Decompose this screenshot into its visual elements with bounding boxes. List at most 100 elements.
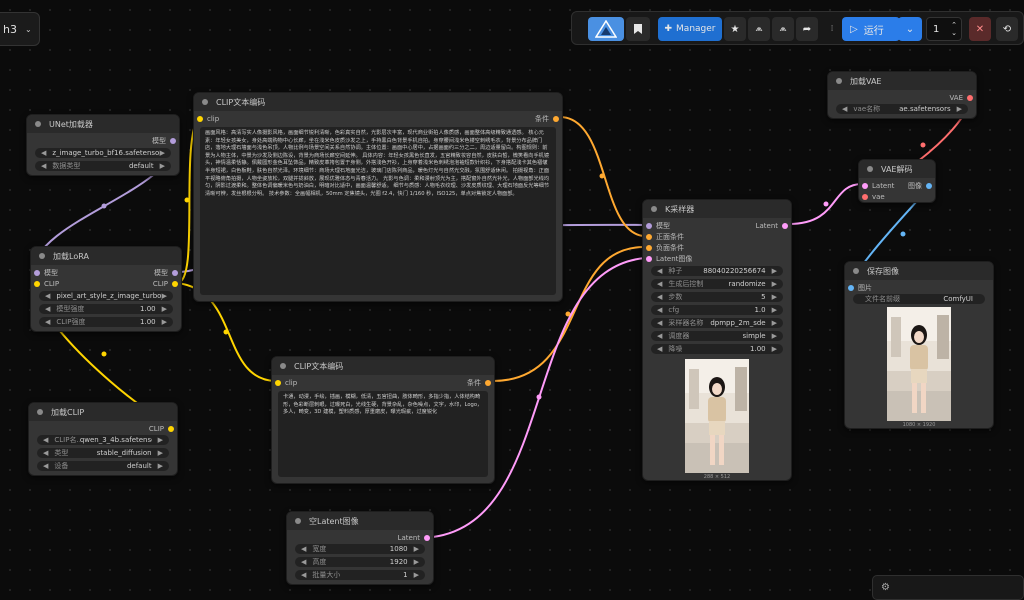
arrow-right-icon[interactable]: ▶	[772, 279, 777, 289]
slot-row-model[interactable]: 模型 Latent	[643, 221, 791, 231]
slot-row-clip[interactable]: CLIP CLIP	[31, 279, 181, 289]
model-browser-button[interactable]: ⩕	[772, 17, 794, 41]
arrow-right-icon[interactable]: ▶	[160, 148, 165, 158]
collapse-dot-icon[interactable]	[35, 121, 41, 127]
arrow-left-icon[interactable]: ◀	[43, 435, 48, 445]
arrow-left-icon[interactable]: ◀	[842, 104, 847, 114]
combo-clip-type[interactable]: ◀ 类型 stable_diffusion ▶	[37, 448, 169, 458]
arrow-left-icon[interactable]: ◀	[41, 161, 46, 171]
share-button[interactable]: ➦	[796, 17, 818, 41]
arrow-right-icon[interactable]: ▶	[160, 161, 165, 171]
arrow-right-icon[interactable]: ▶	[772, 344, 777, 354]
stepper-arrows-icon[interactable]: ⌃ ⌄	[951, 21, 957, 37]
combo-unet-name[interactable]: ◀ z_image_turbo_bf16.safetensors ▶	[35, 148, 171, 158]
queue-count-input[interactable]: 1 ⌃ ⌄	[926, 17, 962, 41]
node-empty-latent-image[interactable]: 空Latent图像 Latent ◀ 宽度 1080 ▶ ◀ 高度 1920 ▶…	[286, 511, 434, 585]
slot-row-model[interactable]: 模型 模型	[31, 268, 181, 278]
input-pin[interactable]	[275, 380, 281, 386]
arrow-right-icon[interactable]: ▶	[772, 331, 777, 341]
combo-vae-name[interactable]: ◀ vae名称 ae.safetensors ▶	[836, 104, 968, 114]
text-filename-prefix[interactable]: 文件名前缀 ComfyUI	[853, 294, 985, 304]
output-pin[interactable]	[172, 281, 178, 287]
slot-row-images[interactable]: 图片	[845, 283, 993, 293]
combo-scheduler[interactable]: ◀ 调度器 simple ▶	[651, 331, 783, 341]
arrow-left-icon[interactable]: ◀	[657, 318, 662, 328]
input-pin[interactable]	[646, 234, 652, 240]
slot-row-vae[interactable]: vae	[859, 192, 935, 202]
collapse-dot-icon[interactable]	[836, 78, 842, 84]
manager-button[interactable]: ✚ Manager	[658, 17, 722, 41]
slot-row-negative[interactable]: 负面条件	[643, 243, 791, 253]
cancel-run-button[interactable]: ✕	[969, 17, 991, 41]
output-pin[interactable]	[170, 138, 176, 144]
node-clip-text-encode-positive[interactable]: CLIP文本编码 clip 条件 画面风格：高清写实人像摄影风格，画面细节锐利清…	[193, 92, 563, 302]
arrow-right-icon[interactable]: ▶	[414, 544, 419, 554]
arrow-right-icon[interactable]: ▶	[158, 448, 163, 458]
collapse-dot-icon[interactable]	[39, 253, 45, 259]
node-load-clip[interactable]: 加载CLIP CLIP ◀ CLIP名… qwen_3_4b.safetenso…	[28, 402, 178, 476]
input-pin[interactable]	[848, 285, 854, 291]
arrow-right-icon[interactable]: ▶	[772, 292, 777, 302]
arrow-left-icon[interactable]: ◀	[657, 344, 662, 354]
arrow-left-icon[interactable]: ◀	[301, 557, 306, 567]
arrow-left-icon[interactable]: ◀	[43, 448, 48, 458]
arrow-right-icon[interactable]: ▶	[772, 266, 777, 276]
combo-lora-name[interactable]: ◀ pixel_art_style_z_image_turbo_… ▶	[39, 291, 173, 301]
arrow-right-icon[interactable]: ▶	[158, 461, 163, 471]
arrow-left-icon[interactable]: ◀	[45, 304, 50, 314]
arrow-left-icon[interactable]: ◀	[657, 331, 662, 341]
prompt-textarea[interactable]: 卡通，动漫，手绘，插画，模糊，低清，五官扭曲，肢体畸形，多指少指，人体结构畸形，…	[278, 391, 488, 477]
node-header[interactable]: 加载CLIP	[29, 403, 177, 421]
arrow-left-icon[interactable]: ◀	[657, 305, 662, 315]
number-cfg[interactable]: ◀ cfg 1.0 ▶	[651, 305, 783, 315]
arrow-right-icon[interactable]: ▶	[414, 557, 419, 567]
slot-row-positive[interactable]: 正面条件	[643, 232, 791, 242]
combo-control-after-generate[interactable]: ◀ 生成后控制 randomize ▶	[651, 279, 783, 289]
slot-row[interactable]: clip 条件	[272, 378, 494, 388]
output-pin[interactable]	[553, 116, 559, 122]
output-slot-vae[interactable]: VAE	[828, 93, 976, 103]
input-pin[interactable]	[34, 281, 40, 287]
favorites-button[interactable]: ★	[724, 17, 746, 41]
output-pin[interactable]	[782, 223, 788, 229]
node-header[interactable]: 空Latent图像	[287, 512, 433, 530]
arrow-left-icon[interactable]: ◀	[657, 266, 662, 276]
output-slot-model[interactable]: 模型	[27, 136, 179, 146]
combo-device[interactable]: ◀ 设备 default ▶	[37, 461, 169, 471]
arrow-right-icon[interactable]: ▶	[414, 570, 419, 580]
bookmark-button[interactable]	[626, 17, 650, 41]
node-header[interactable]: 保存图像	[845, 262, 993, 280]
arrow-right-icon[interactable]: ▶	[772, 305, 777, 315]
input-pin[interactable]	[34, 270, 40, 276]
input-pin[interactable]	[197, 116, 203, 122]
collapse-dot-icon[interactable]	[295, 518, 301, 524]
number-steps[interactable]: ◀ 步数 5 ▶	[651, 292, 783, 302]
run-button[interactable]: ▷ 运行	[842, 17, 900, 41]
output-pin[interactable]	[168, 426, 174, 432]
arrow-left-icon[interactable]: ◀	[41, 148, 46, 158]
node-header[interactable]: 加载LoRA	[31, 247, 181, 265]
output-slot-latent[interactable]: Latent	[287, 533, 433, 543]
output-pin[interactable]	[172, 270, 178, 276]
node-ksampler[interactable]: K采样器 模型 Latent 正面条件 负面条件 Latent图像 ◀ 种子 8…	[642, 199, 792, 481]
node-save-image[interactable]: 保存图像 图片 文件名前缀 ComfyUI 1080 × 1920	[844, 261, 994, 429]
prompt-textarea[interactable]: 画面风格：高清写实人像摄影风格，画面细节锐利清晰，色彩真实自然，光影层次丰富，现…	[200, 127, 556, 295]
arrow-left-icon[interactable]: ◀	[43, 461, 48, 471]
node-load-vae[interactable]: 加载VAE VAE ◀ vae名称 ae.safetensors ▶	[827, 71, 977, 119]
node-header[interactable]: VAE解码	[859, 160, 935, 178]
arrow-right-icon[interactable]: ▶	[162, 317, 167, 327]
node-header[interactable]: K采样器	[643, 200, 791, 218]
model-manager-button[interactable]: ⩕	[748, 17, 770, 41]
number-denoise[interactable]: ◀ 降噪 1.00 ▶	[651, 344, 783, 354]
node-header[interactable]: 加载VAE	[828, 72, 976, 90]
collapse-dot-icon[interactable]	[280, 363, 286, 369]
drag-handle[interactable]: ⁞	[828, 17, 836, 41]
slot-row-latent[interactable]: Latent 图像	[859, 181, 935, 191]
combo-sampler-name[interactable]: ◀ 采样器名称 dpmpp_2m_sde ▶	[651, 318, 783, 328]
input-pin[interactable]	[646, 256, 652, 262]
arrow-right-icon[interactable]: ▶	[162, 304, 167, 314]
node-clip-text-encode-negative[interactable]: CLIP文本编码 clip 条件 卡通，动漫，手绘，插画，模糊，低清，五官扭曲，…	[271, 356, 495, 484]
number-width[interactable]: ◀ 宽度 1080 ▶	[295, 544, 425, 554]
arrow-left-icon[interactable]: ◀	[301, 544, 306, 554]
collapse-dot-icon[interactable]	[37, 409, 43, 415]
